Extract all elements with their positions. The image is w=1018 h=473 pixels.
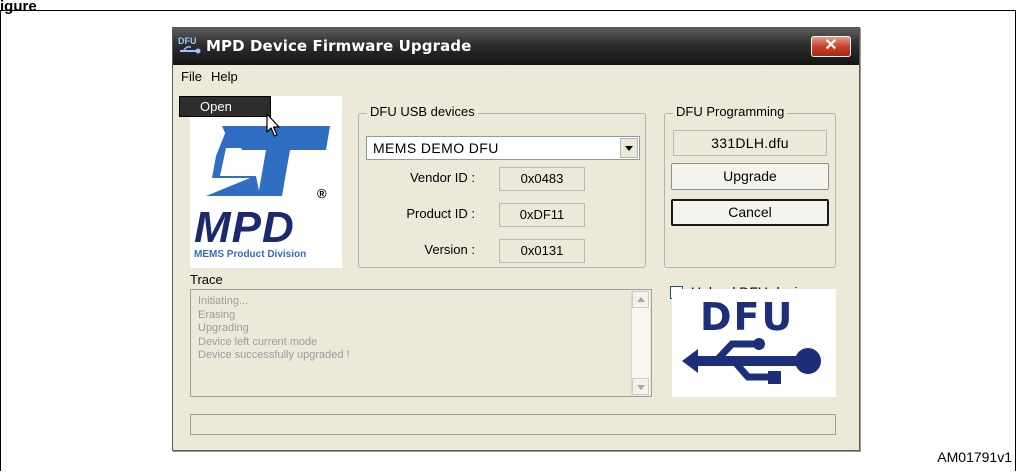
registered-mark: ® (317, 186, 327, 201)
scroll-down-icon[interactable] (632, 378, 649, 395)
dfu-app-icon: DFU (178, 36, 201, 54)
chevron-down-icon[interactable] (620, 138, 638, 158)
trace-log[interactable]: Initiating... Erasing Upgrading Device l… (190, 289, 652, 397)
scroll-up-icon[interactable] (632, 291, 649, 308)
trace-label: Trace (190, 272, 223, 287)
upgrade-button[interactable]: Upgrade (671, 163, 829, 190)
mpd-logo-text: MPD (194, 203, 295, 252)
reference-id: AM01791v1 (937, 449, 1012, 465)
product-id-label: Product ID : (406, 206, 475, 221)
vendor-id-label: Vendor ID : (409, 170, 475, 185)
usb-icon (682, 338, 821, 384)
version-label: Version : (424, 242, 475, 257)
mpd-logo-subtext: MEMS Product Division (194, 249, 307, 260)
device-select-value: MEMS DEMO DFU (373, 140, 499, 156)
usb-devices-group: DFU USB devices MEMS DEMO DFU Vendor ID … (358, 104, 646, 268)
trace-line: Upgrading (198, 322, 249, 334)
vendor-id-value: 0x0483 (499, 167, 585, 191)
product-id-value: 0xDF11 (499, 203, 585, 227)
menu-help[interactable]: Help (207, 68, 242, 85)
version-value: 0x0131 (499, 239, 585, 263)
app-window: DFU MPD Device Firmware Upgrade ✕ File H… (172, 27, 860, 451)
close-button[interactable]: ✕ (811, 36, 851, 57)
usb-devices-legend: DFU USB devices (367, 104, 478, 119)
menu-bar: File Help (173, 65, 859, 87)
dfu-file-name: 331DLH.dfu (673, 130, 827, 156)
title-bar[interactable]: DFU MPD Device Firmware Upgrade ✕ (173, 28, 859, 65)
trace-line: Initiating... (198, 295, 249, 307)
window-title: MPD Device Firmware Upgrade (206, 37, 472, 55)
progress-bar (190, 414, 836, 435)
trace-line: Device successfully upgraded ! (198, 349, 350, 361)
device-select[interactable]: MEMS DEMO DFU (366, 136, 640, 160)
trace-line: Device left current mode (198, 335, 318, 348)
trace-scrollbar[interactable] (631, 291, 650, 395)
cancel-button[interactable]: Cancel (671, 199, 829, 226)
file-menu-open-item[interactable]: Open (179, 96, 271, 117)
dfu-logo: DFU (672, 289, 836, 397)
trace-lines: Initiating... Erasing Upgrading Device l… (198, 295, 350, 363)
dfu-programming-legend: DFU Programming (673, 104, 788, 119)
dfu-programming-group: DFU Programming 331DLH.dfu Upgrade Cance… (664, 104, 836, 300)
mouse-cursor-icon (266, 113, 280, 137)
trace-line: Erasing (198, 308, 236, 321)
menu-file[interactable]: File (177, 68, 206, 85)
svg-text:DFU: DFU (178, 36, 197, 46)
